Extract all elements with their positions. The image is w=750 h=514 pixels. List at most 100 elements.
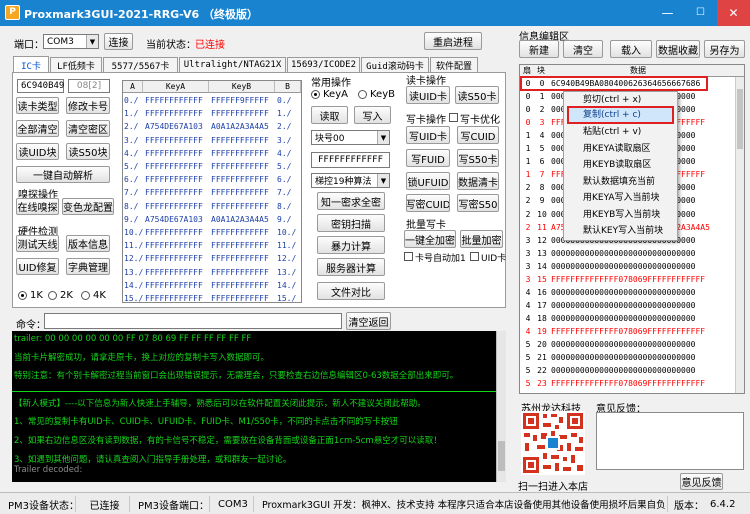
context-menu-item[interactable]: 默认数据填充当前 [564,175,677,189]
key-cell-ka[interactable]: A754DE67A103 [145,120,203,133]
data-collect-button[interactable]: 数据收藏 [656,40,700,58]
algorithm-select[interactable]: 梯控19种算法 ▼ [311,173,390,188]
key-cell-a[interactable]: 3./ [124,134,138,147]
read-s50-card-button[interactable]: 读S50卡 [455,86,499,104]
tab-settings[interactable]: 软件配置 [430,57,478,72]
data-block-cell[interactable]: 15 [536,274,548,285]
key-cell-b[interactable]: 4./ [277,147,291,160]
data-sector-cell[interactable]: 3 [522,274,534,285]
data-sector-cell[interactable]: 0 [522,104,534,115]
key-cell-ka[interactable]: FFFFFFFFFFFF [145,94,203,107]
auto-crack-button[interactable]: 一键自动解析 [16,166,110,183]
key-cell-ka[interactable]: A754DE67A103 [145,213,203,226]
data-block-cell[interactable]: 13 [536,248,548,259]
key-cell-ka[interactable]: FFFFFFFFFFFF [145,186,203,199]
key-cell-kb[interactable]: FFFFFFFFFFFF [211,173,269,186]
context-menu-item[interactable]: 复制(ctrl + c) [564,108,677,122]
data-table-row[interactable]: 5 22 000000000000000000000000000000 [520,365,744,376]
close-button[interactable]: ✕ [717,0,750,26]
data-value-cell[interactable]: 000000000000000000000000000000 [551,365,696,376]
key-table-row[interactable]: 8./ FFFFFFFFFFFF FFFFFFFFFFFF 8./ [123,200,301,213]
data-block-cell[interactable]: 20 [536,339,548,350]
data-sector-cell[interactable]: 2 [522,209,534,220]
key-cell-a[interactable]: 15./ [124,292,143,305]
data-sector-cell[interactable]: 4 [522,326,534,337]
key-cell-b[interactable]: 0./ [277,94,291,107]
key-cell-b[interactable]: 7./ [277,186,291,199]
server-compute-button[interactable]: 服务器计算 [317,258,385,276]
data-sector-cell[interactable]: 0 [522,78,534,89]
data-sector-cell[interactable]: 1 [522,143,534,154]
data-table-row[interactable]: 4 17 000000000000000000000000000000 [520,300,744,311]
key-cell-b[interactable]: 8./ [277,200,291,213]
data-table-scrollbar[interactable] [735,77,744,393]
data-clear-card-button[interactable]: 数据清卡 [457,172,499,190]
data-sector-cell[interactable]: 5 [522,365,534,376]
data-block-cell[interactable]: 0 [536,78,548,89]
context-menu-item[interactable]: 用KEYA读取扇区 [564,142,677,156]
key-cell-kb[interactable]: FFFFFFFFFFFF [211,239,269,252]
key-table-row[interactable]: 12./FFFFFFFFFFFF FFFFFFFFFFFF 12./ [123,252,301,265]
online-sniff-button[interactable]: 在线嗅探 [16,198,59,215]
key-cell-a[interactable]: 11./ [124,239,143,252]
uid-repair-button[interactable]: UID修复 [16,258,59,275]
data-block-cell[interactable]: 18 [536,313,548,324]
write-cuid-button[interactable]: 写CUID [457,126,499,144]
data-block-cell[interactable]: 2 [536,104,548,115]
restart-process-button[interactable]: 重启进程 [424,32,482,50]
write-optimize-checkbox[interactable] [449,113,458,122]
radio-4k[interactable] [81,291,90,300]
new-button[interactable]: 新建 [519,40,559,58]
data-value-cell[interactable]: FFFFFFFFFFFFFF078069FFFFFFFFFFFF [551,326,705,337]
batch-encrypt-button[interactable]: 批量加密 [460,230,503,248]
key-cell-a[interactable]: 12./ [124,252,143,265]
data-block-cell[interactable]: 7 [536,169,548,180]
key-cell-b[interactable]: 13./ [277,266,296,279]
tab-ic[interactable]: IC卡 [13,56,49,73]
data-sector-cell[interactable]: 3 [522,261,534,272]
tab-ultralight[interactable]: Ultralight/NTAG21X [179,57,286,72]
key-table-row[interactable]: 15./FFFFFFFFFFFF FFFFFFFFFFFF 15./ [123,292,301,305]
data-block-cell[interactable]: 4 [536,130,548,141]
data-block-cell[interactable]: 3 [536,117,548,128]
data-sector-cell[interactable]: 1 [522,130,534,141]
block-select[interactable]: 块号00 ▼ [311,130,390,145]
tab-15693[interactable]: 15693/ICODE2 [287,57,360,72]
write-encrypted-s50-button[interactable]: 写密S50 [457,194,499,212]
key-cell-ka[interactable]: FFFFFFFFFFFF [145,134,203,147]
feedback-button[interactable]: 意见反馈 [680,473,723,490]
data-sector-cell[interactable]: 2 [522,182,534,193]
data-value-cell[interactable]: 000000000000000000000000000000 [551,261,696,272]
key-cell-ka[interactable]: FFFFFFFFFFFF [145,173,203,186]
data-value-cell[interactable]: 000000000000000000000000000000 [551,339,696,350]
key-cell-a[interactable]: 10./ [124,226,143,239]
key-table-row[interactable]: 2./ A754DE67A103 A0A1A2A3A4A5 2./ [123,120,301,133]
write-fuid-button[interactable]: 写FUID [406,149,450,167]
key-cell-ka[interactable]: FFFFFFFFFFFF [145,200,203,213]
clear-all-button[interactable]: 全部清空 [16,120,59,137]
key-cell-kb[interactable]: FFFFFFFFFFFF [211,226,269,239]
key-cell-b[interactable]: 5./ [277,160,291,173]
key-table-row[interactable]: 10./FFFFFFFFFFFF FFFFFFFFFFFF 10./ [123,226,301,239]
read-button[interactable]: 读取 [311,106,348,124]
context-menu-item[interactable]: 剪切(ctrl + x) [564,93,677,107]
data-sector-cell[interactable]: 1 [522,156,534,167]
clear-secret-area-button[interactable]: 清空密区 [66,120,110,137]
read-s50-block-button[interactable]: 读S50块 [66,143,110,160]
key-cell-kb[interactable]: FFFFFFFFFFFF [211,200,269,213]
key-cell-ka[interactable]: FFFFFFFFFFFF [145,292,203,305]
lock-ufuid-button[interactable]: 锁UFUID [406,172,450,190]
key-cell-kb[interactable]: FFFFFFFFFFFF [211,292,269,305]
key-cell-kb[interactable]: FFFFFFFFFFFF [211,186,269,199]
key-cell-ka[interactable]: FFFFFFFFFFFF [145,160,203,173]
data-block-cell[interactable]: 1 [536,91,548,102]
write-encrypted-cuid-button[interactable]: 写密CUID [406,194,450,212]
data-sector-cell[interactable]: 3 [522,235,534,246]
tab-guid[interactable]: Guid滚动码卡 [361,57,429,72]
brute-force-button[interactable]: 暴力计算 [317,236,385,254]
key-table-row[interactable]: 5./ FFFFFFFFFFFF FFFFFFFFFFFF 5./ [123,160,301,173]
key-cell-b[interactable]: 3./ [277,134,291,147]
data-block-cell[interactable]: 9 [536,195,548,206]
modify-card-number-button[interactable]: 修改卡号 [66,97,110,114]
data-value-cell[interactable]: FFFFFFFFFFFFFF078069FFFFFFFFFFFF [551,378,705,389]
